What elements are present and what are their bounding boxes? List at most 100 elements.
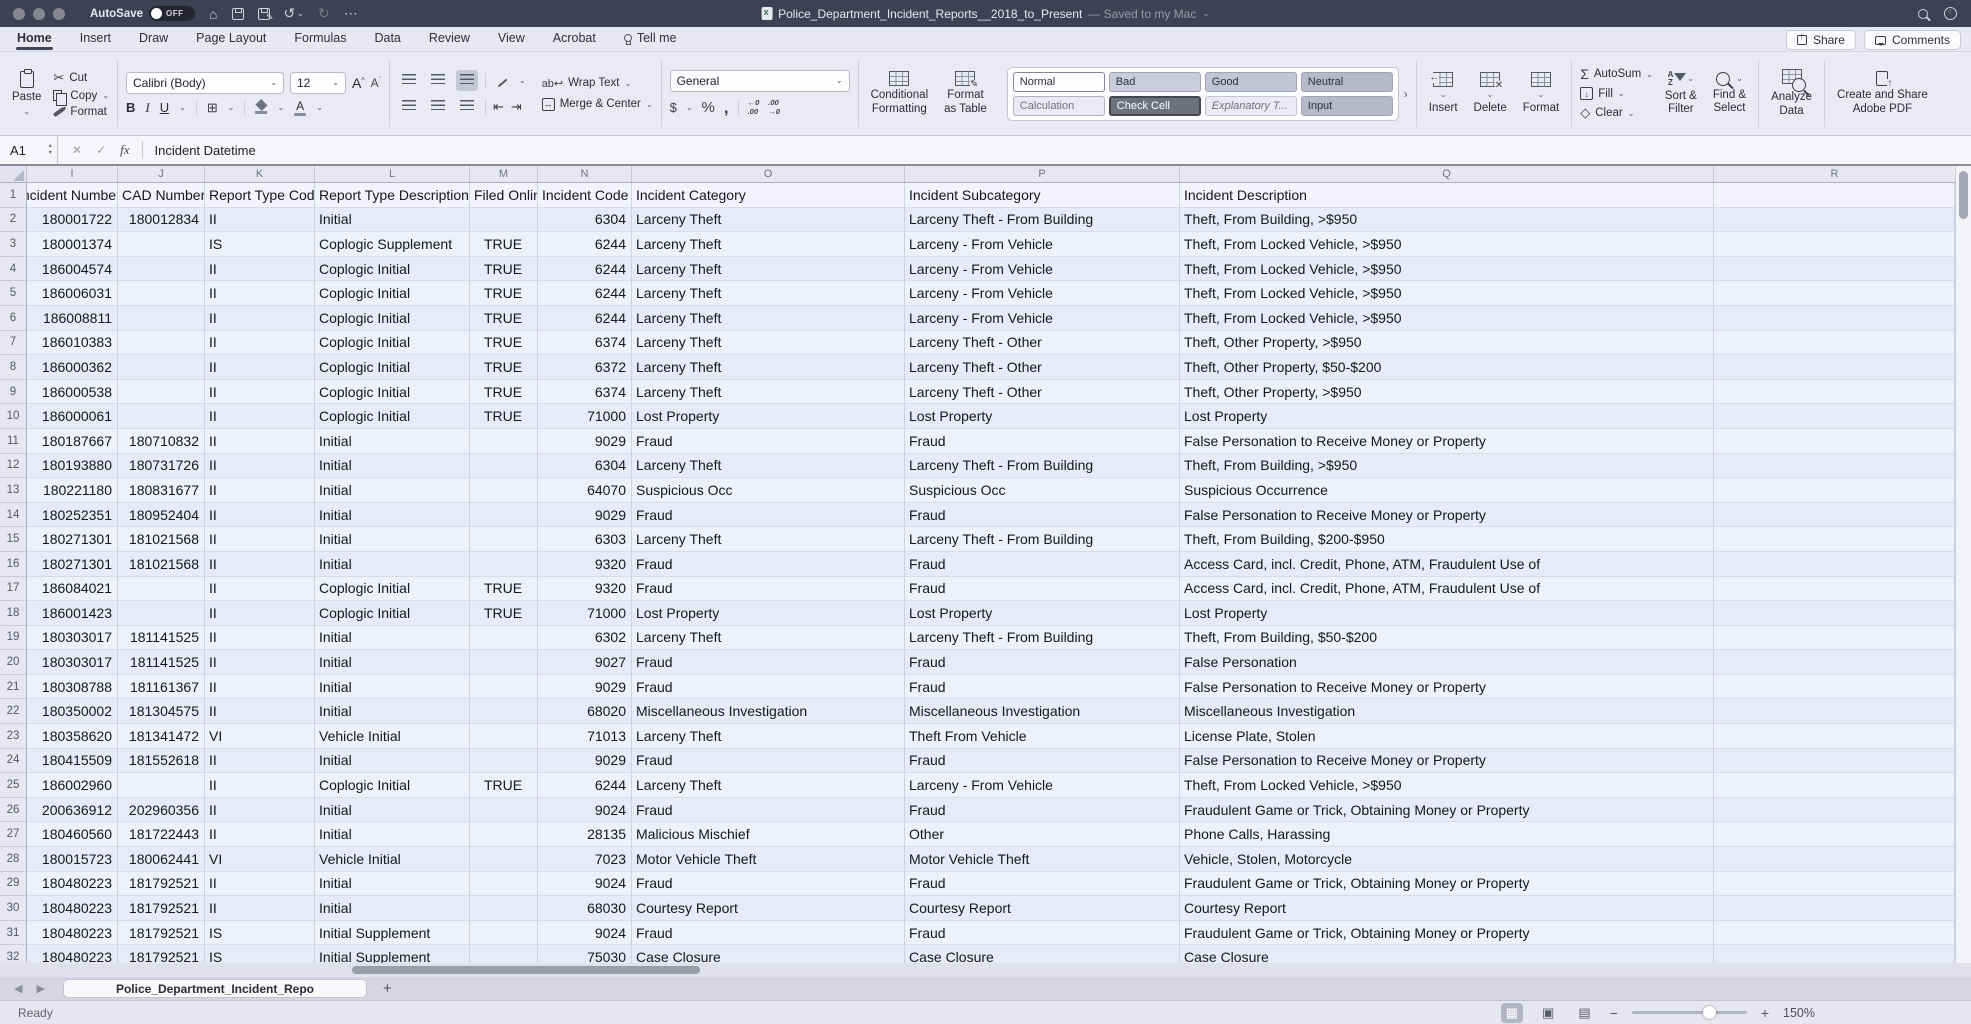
cell[interactable] — [470, 208, 538, 233]
cell[interactable]: 68020 — [538, 699, 632, 724]
cell[interactable]: Initial — [315, 749, 470, 774]
tab-review[interactable]: Review — [428, 29, 471, 49]
cell[interactable]: Initial — [315, 478, 470, 503]
cell[interactable]: Initial — [315, 675, 470, 700]
cell[interactable]: Fraud — [905, 650, 1180, 675]
sheet-tab-active[interactable]: Police_Department_Incident_Repo — [63, 979, 367, 998]
cell[interactable] — [470, 650, 538, 675]
tab-tell-me[interactable]: Tell me — [623, 29, 678, 49]
cell[interactable]: VI — [205, 724, 315, 749]
cell[interactable]: 6304 — [538, 208, 632, 233]
cell[interactable] — [1714, 257, 1955, 282]
cell[interactable]: Coplogic Initial — [315, 306, 470, 331]
share-button[interactable]: Share — [1786, 30, 1856, 50]
cell[interactable]: II — [205, 527, 315, 552]
cell[interactable]: Larceny Theft — [632, 626, 905, 651]
cell[interactable] — [1714, 896, 1955, 921]
cell[interactable] — [118, 355, 205, 380]
autosave-pill[interactable]: OFF — [149, 6, 195, 21]
row-number[interactable]: 20 — [0, 650, 27, 675]
cell[interactable]: 180480223 — [27, 921, 118, 946]
cell[interactable]: False Personation to Receive Money or Pr… — [1180, 675, 1714, 700]
orientation-button[interactable] — [493, 71, 512, 91]
tab-data[interactable]: Data — [373, 29, 401, 49]
cell[interactable]: Initial — [315, 454, 470, 479]
cell[interactable]: Initial — [315, 626, 470, 651]
cell[interactable]: II — [205, 331, 315, 356]
cell[interactable] — [1714, 822, 1955, 847]
increase-indent-icon[interactable]: ⇥ — [511, 99, 522, 115]
cell[interactable]: 180480223 — [27, 896, 118, 921]
cell[interactable]: II — [205, 355, 315, 380]
cell[interactable]: II — [205, 306, 315, 331]
cell[interactable] — [1714, 232, 1955, 257]
cell[interactable]: 180303017 — [27, 626, 118, 651]
cell-style-normal[interactable]: Normal — [1013, 72, 1105, 92]
align-middle-button[interactable] — [427, 70, 449, 91]
cell[interactable] — [1714, 429, 1955, 454]
column-header-L[interactable]: L — [315, 166, 470, 182]
cell[interactable]: 180062441 — [118, 847, 205, 872]
cell[interactable]: Lost Property — [632, 601, 905, 626]
row-number[interactable]: 6 — [0, 306, 27, 331]
cell[interactable] — [470, 798, 538, 823]
cell[interactable]: Incident Category — [632, 183, 905, 208]
tab-page-layout[interactable]: Page Layout — [195, 29, 267, 49]
cell[interactable]: Larceny Theft - From Building — [905, 454, 1180, 479]
cell[interactable]: Fraudulent Game or Trick, Obtaining Mone… — [1180, 921, 1714, 946]
cell[interactable]: 180480223 — [27, 945, 118, 963]
row-number[interactable]: 13 — [0, 478, 27, 503]
row-number[interactable]: 8 — [0, 355, 27, 380]
row-number[interactable]: 3 — [0, 232, 27, 257]
number-format-select[interactable]: General⌄ — [670, 70, 850, 92]
zoom-button[interactable] — [53, 8, 65, 20]
cell[interactable]: II — [205, 699, 315, 724]
cell[interactable] — [470, 527, 538, 552]
align-center-button[interactable] — [427, 96, 449, 117]
cell[interactable]: TRUE — [470, 380, 538, 405]
cell[interactable]: Fraud — [905, 503, 1180, 528]
cell[interactable] — [118, 404, 205, 429]
cell[interactable]: False Personation to Receive Money or Pr… — [1180, 749, 1714, 774]
cell[interactable]: Larceny Theft — [632, 454, 905, 479]
cell[interactable]: Report Type Description — [315, 183, 470, 208]
cell[interactable] — [1714, 552, 1955, 577]
cell[interactable]: Fraud — [632, 749, 905, 774]
row-number[interactable]: 7 — [0, 331, 27, 356]
analyze-data-button[interactable]: AnalyzeData — [1767, 67, 1816, 120]
cell[interactable]: Fraud — [632, 429, 905, 454]
search-icon[interactable] — [1918, 9, 1928, 19]
cell[interactable]: 6374 — [538, 331, 632, 356]
cell[interactable]: Miscellaneous Investigation — [632, 699, 905, 724]
cell[interactable]: 9029 — [538, 429, 632, 454]
tab-home[interactable]: Home — [16, 29, 53, 49]
cell[interactable]: Initial — [315, 872, 470, 897]
add-sheet-button[interactable]: + — [383, 980, 392, 997]
cell[interactable]: Motor Vehicle Theft — [632, 847, 905, 872]
cut-button[interactable]: ✂Cut — [53, 70, 109, 86]
borders-button[interactable]: ⊞ — [207, 100, 218, 116]
cell[interactable]: 9029 — [538, 675, 632, 700]
cell[interactable]: 6304 — [538, 454, 632, 479]
cell[interactable]: Initial — [315, 896, 470, 921]
cell[interactable]: IS — [205, 921, 315, 946]
cell[interactable]: Fraud — [905, 552, 1180, 577]
row-number[interactable]: 5 — [0, 281, 27, 306]
cell[interactable]: Larceny Theft — [632, 257, 905, 282]
cell[interactable]: 181792521 — [118, 921, 205, 946]
cell[interactable] — [1714, 749, 1955, 774]
cell[interactable]: 186001423 — [27, 601, 118, 626]
row-number[interactable]: 4 — [0, 257, 27, 282]
zoom-slider[interactable] — [1632, 1011, 1747, 1014]
cell[interactable]: 180415509 — [27, 749, 118, 774]
row-number[interactable]: 27 — [0, 822, 27, 847]
cell[interactable]: 180831677 — [118, 478, 205, 503]
align-right-button[interactable] — [456, 96, 478, 117]
cell-style-bad[interactable]: Bad — [1109, 72, 1201, 92]
cell[interactable] — [118, 773, 205, 798]
cell[interactable]: 9027 — [538, 650, 632, 675]
cell[interactable]: Coplogic Initial — [315, 601, 470, 626]
cell[interactable]: Theft, From Locked Vehicle, >$950 — [1180, 306, 1714, 331]
cell[interactable]: Case Closure — [632, 945, 905, 963]
cell[interactable]: Coplogic Initial — [315, 331, 470, 356]
